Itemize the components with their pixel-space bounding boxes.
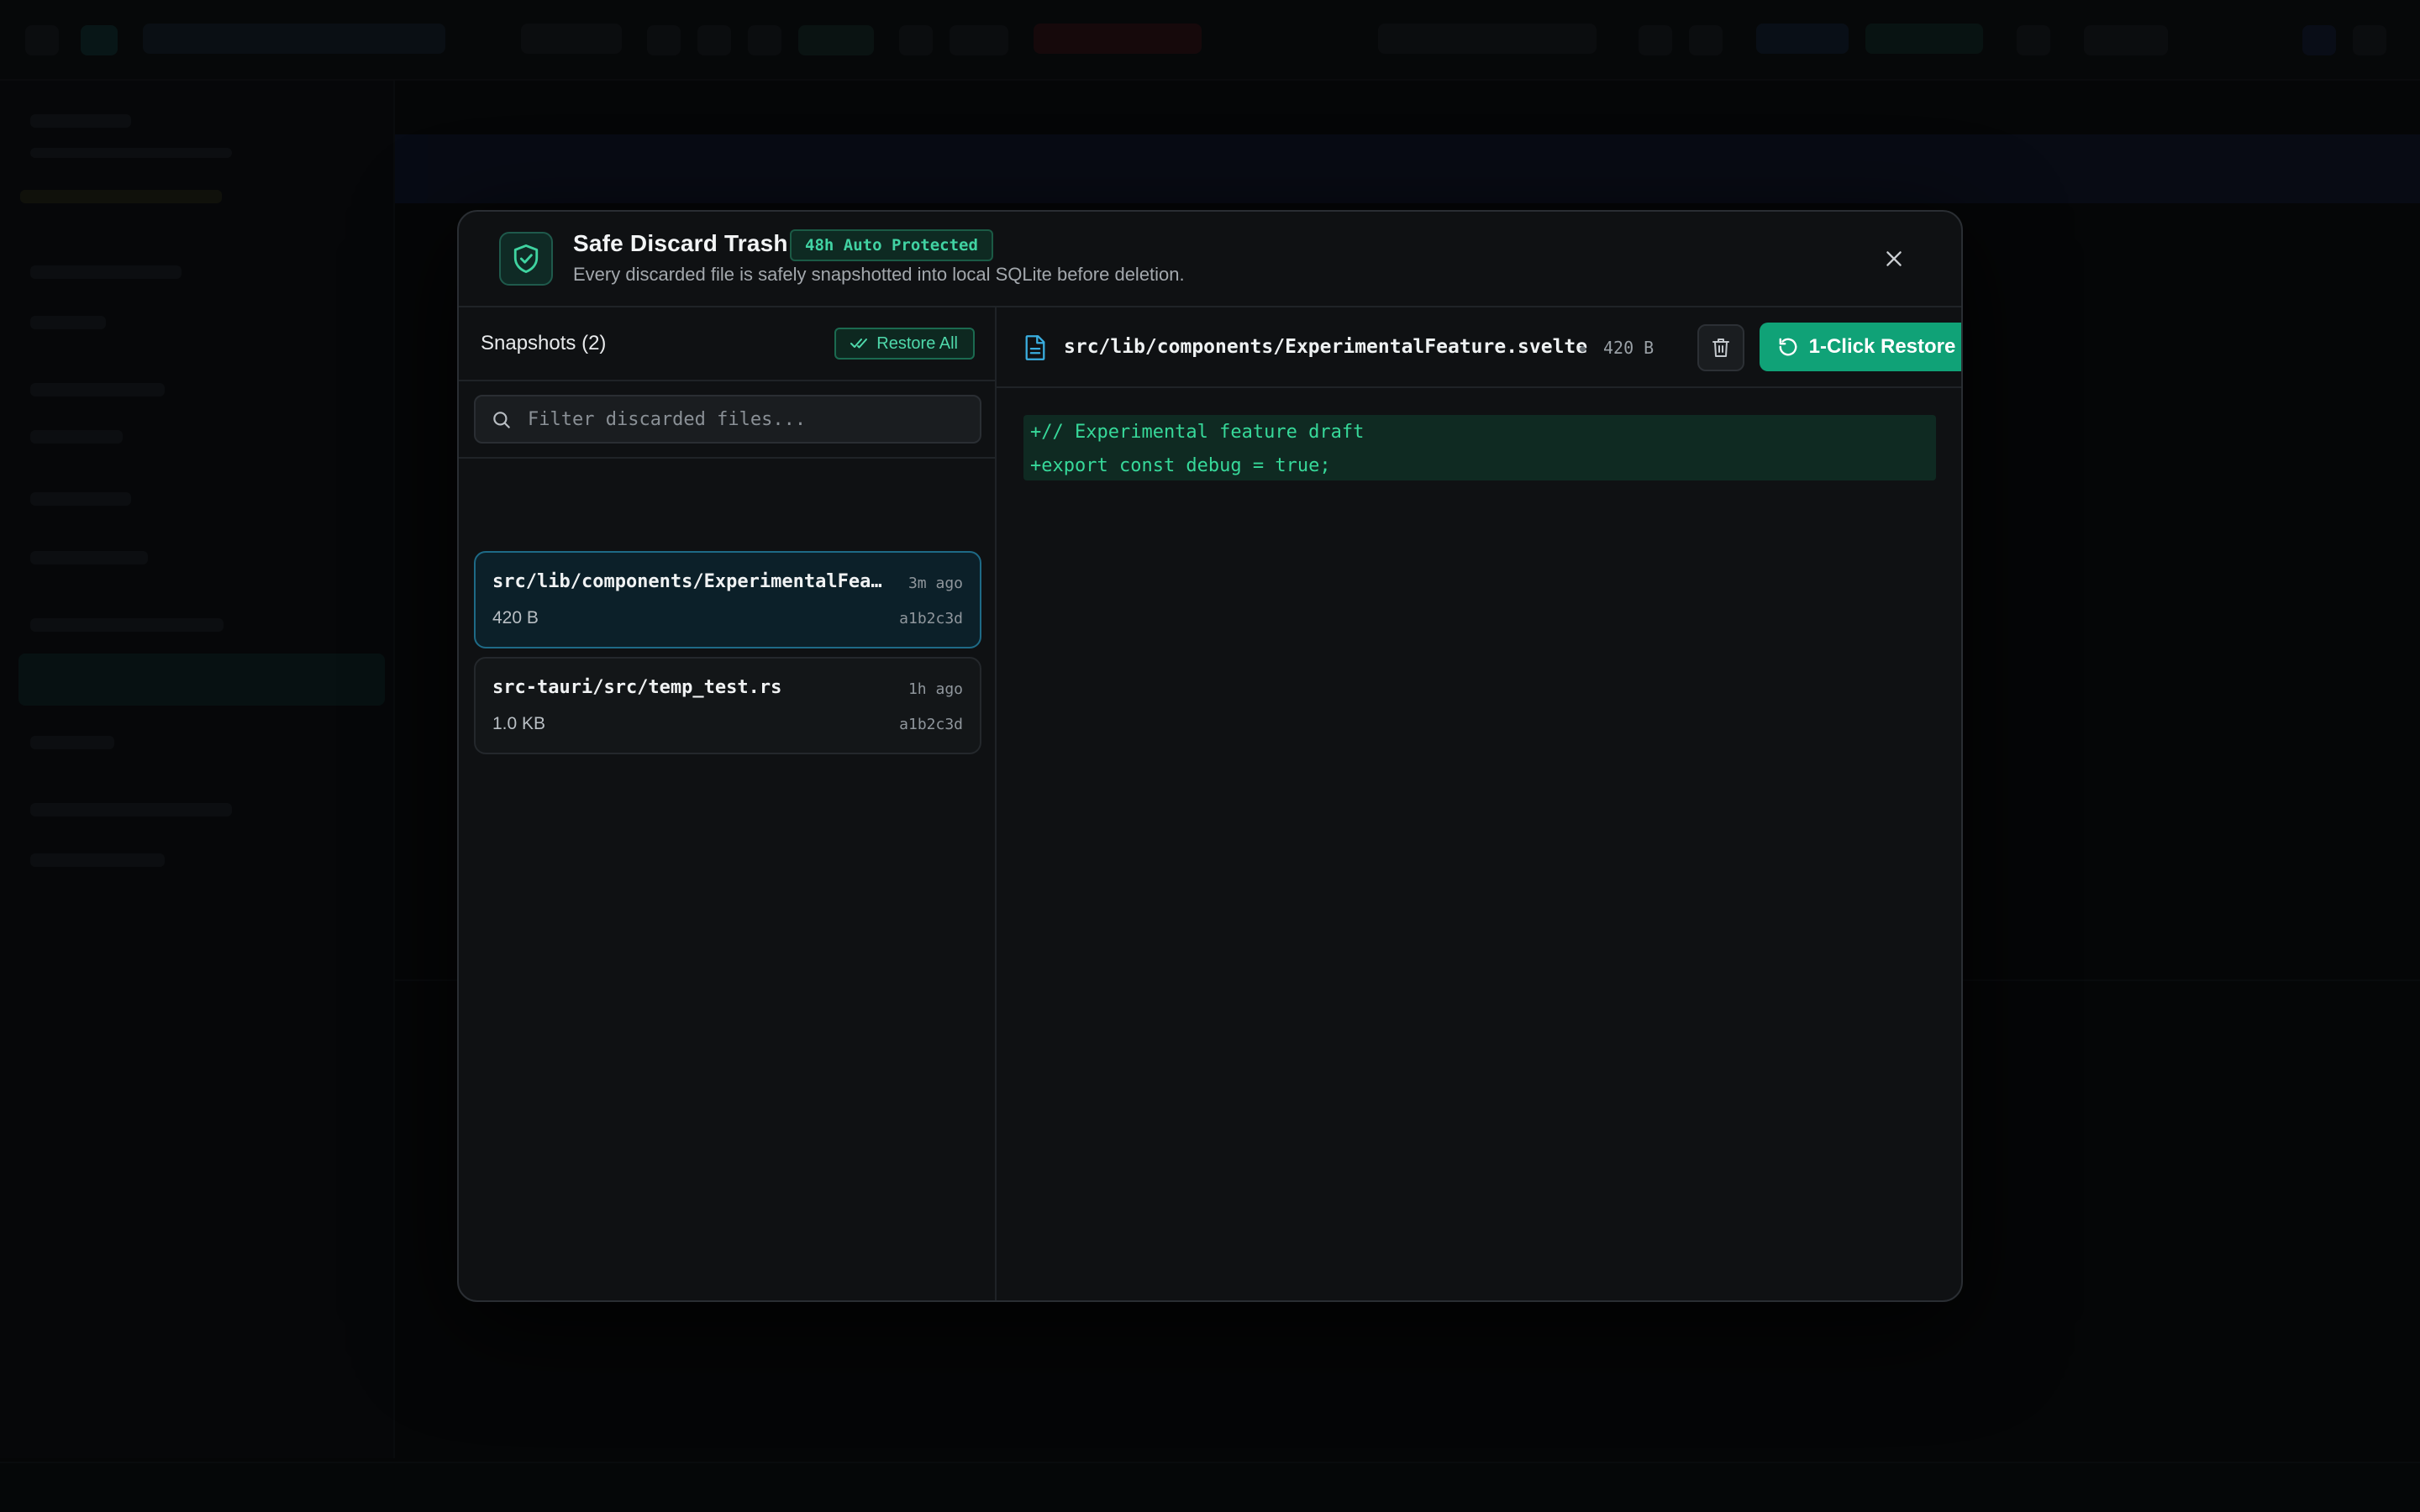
preview-pane: src/lib/components/ExperimentalFeature.s…: [997, 307, 1961, 1300]
snapshots-header: Snapshots (2) Restore All: [459, 307, 995, 381]
snapshot-hash: a1b2c3d: [899, 610, 963, 627]
background-sidebar: [0, 81, 395, 1458]
diff-line-added: +// Experimental feature draft: [1030, 422, 1365, 443]
background-selected-branch: [18, 654, 385, 706]
background-statusbar: [0, 1462, 2420, 1512]
diff-view: +// Experimental feature draft +export c…: [1023, 415, 1936, 480]
auto-protected-badge: 48h Auto Protected: [790, 229, 993, 261]
diff-line-added: +export const debug = true;: [1030, 455, 1331, 476]
modal-subtitle: Every discarded file is safely snapshott…: [573, 264, 1185, 285]
rotate-ccw-icon: [1779, 338, 1797, 356]
snapshot-time: 1h ago: [908, 680, 963, 698]
one-click-restore-button[interactable]: 1-Click Restore: [1760, 323, 1961, 371]
snapshot-item[interactable]: src-tauri/src/temp_test.rs 1h ago 1.0 KB…: [474, 657, 981, 754]
background-commit-banner: [395, 134, 2420, 203]
preview-header: src/lib/components/ExperimentalFeature.s…: [997, 307, 1961, 388]
filter-input[interactable]: [528, 396, 965, 442]
snapshot-file-name: src-tauri/src/temp_test.rs: [492, 677, 782, 698]
check-check-icon: [850, 339, 868, 349]
snapshot-item[interactable]: src/lib/components/ExperimentalFeature.s…: [474, 551, 981, 648]
safe-discard-trash-modal: Safe Discard Trash 48h Auto Protected Ev…: [457, 210, 1963, 1302]
separator-dot: [1580, 346, 1586, 352]
snapshot-size: 420 B: [492, 608, 539, 627]
divider: [459, 457, 995, 459]
restore-all-label: Restore All: [876, 333, 958, 353]
modal-title: Safe Discard Trash: [573, 230, 788, 256]
background-toolbar: [0, 0, 2420, 81]
delete-snapshot-button[interactable]: [1697, 324, 1744, 371]
snapshot-file-name: src/lib/components/ExperimentalFeature.s…: [492, 571, 887, 592]
filter-box: [474, 395, 981, 444]
snapshot-time: 3m ago: [908, 575, 963, 592]
snapshots-pane: Snapshots (2) Restore All src/lib/compon…: [459, 307, 997, 1300]
preview-file-size: 420 B: [1603, 338, 1655, 358]
shield-check-icon: [499, 232, 553, 286]
close-button[interactable]: [1877, 242, 1911, 276]
close-icon: [1886, 251, 1902, 266]
snapshot-size: 1.0 KB: [492, 714, 546, 733]
snapshot-hash: a1b2c3d: [899, 716, 963, 733]
trash-icon: [1712, 339, 1729, 357]
restore-button-label: 1-Click Restore: [1808, 335, 1956, 358]
search-icon: [493, 412, 510, 428]
modal-header: Safe Discard Trash 48h Auto Protected Ev…: [459, 212, 1961, 307]
snapshots-title: Snapshots (2): [481, 332, 607, 354]
preview-file-path: src/lib/components/ExperimentalFeature.s…: [1064, 336, 1588, 358]
file-text-icon: [1025, 335, 1045, 360]
restore-all-button[interactable]: Restore All: [834, 328, 975, 360]
